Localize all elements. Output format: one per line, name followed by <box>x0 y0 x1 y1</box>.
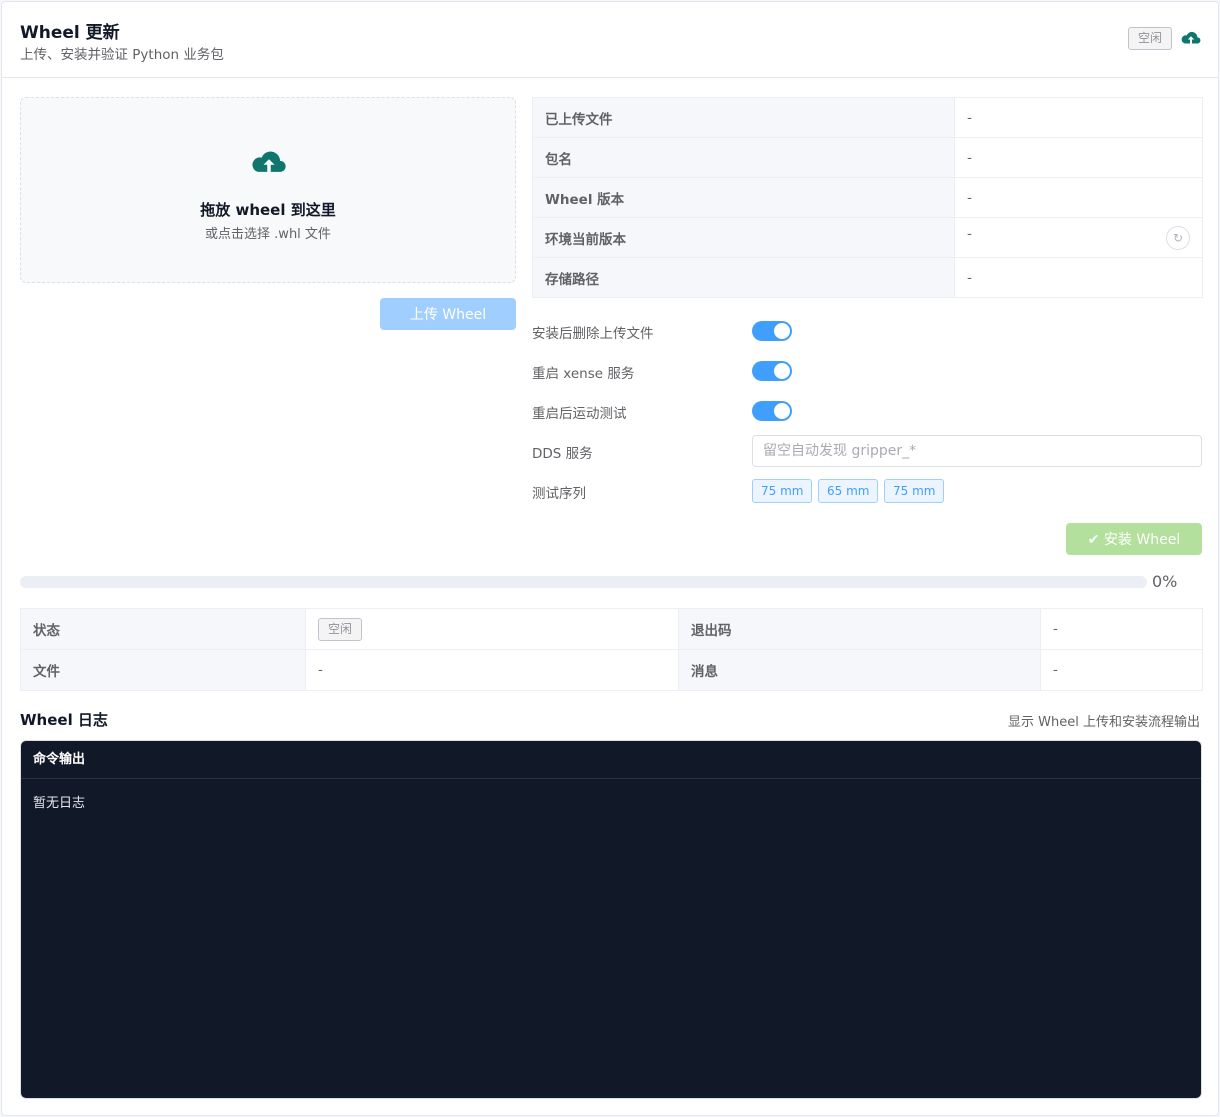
uploaded-file-value: - <box>954 97 1203 138</box>
page-subtitle: 上传、安装并验证 Python 业务包 <box>20 47 224 63</box>
wheel-version-value: - <box>954 177 1203 218</box>
storage-path-label: 存储路径 <box>532 257 955 298</box>
log-section-title: Wheel 日志 <box>20 711 108 729</box>
command-output-console[interactable]: 命令输出 暂无日志 <box>20 740 1202 1099</box>
restart-service-label: 重启 xense 服务 <box>532 366 635 382</box>
file-value: - <box>305 649 679 691</box>
log-section-hint: 显示 Wheel 上传和安装流程输出 <box>1008 715 1200 730</box>
storage-path-value: - <box>954 257 1203 298</box>
delete-after-install-label: 安装后删除上传文件 <box>532 326 654 342</box>
status-badge: 空闲 <box>1128 27 1172 50</box>
file-label: 文件 <box>20 649 306 691</box>
card-header: Wheel 更新 上传、安装并验证 Python 业务包 空闲 <box>2 2 1218 78</box>
sequence-tag[interactable]: 75 mm <box>884 479 945 503</box>
dropzone-hint: 或点击选择 .whl 文件 <box>205 227 331 242</box>
progress-percent: 0% <box>1152 572 1178 591</box>
install-wheel-label: 安装 Wheel <box>1103 532 1181 548</box>
motion-test-label: 重启后运动测试 <box>532 406 627 422</box>
state-cell: 空闲 <box>305 608 679 650</box>
toggle-knob <box>774 363 790 379</box>
table-row: 文件 - 消息 - <box>20 649 1203 691</box>
install-progress-bar <box>20 576 1147 588</box>
state-label: 状态 <box>20 608 306 650</box>
exit-code-label: 退出码 <box>678 608 1041 650</box>
package-name-label: 包名 <box>532 137 955 178</box>
wheel-info-table: 已上传文件 - 包名 - Wheel 版本 - 环境当前版本 - ↻ 存储路径 … <box>532 97 1203 298</box>
motion-test-toggle[interactable] <box>752 401 792 421</box>
page-title: Wheel 更新 <box>20 23 120 43</box>
console-title: 命令输出 <box>21 741 1201 779</box>
exit-code-value: - <box>1040 608 1203 650</box>
toggle-knob <box>774 403 790 419</box>
table-row: 存储路径 - <box>532 257 1203 298</box>
current-version-label: 环境当前版本 <box>532 217 955 258</box>
table-row: 已上传文件 - <box>532 97 1203 138</box>
current-version-cell: - ↻ <box>954 217 1203 258</box>
sequence-tag[interactable]: 75 mm <box>752 479 813 503</box>
dds-service-label: DDS 服务 <box>532 446 593 462</box>
install-status-table: 状态 空闲 退出码 - 文件 - 消息 - <box>20 608 1203 691</box>
table-row: Wheel 版本 - <box>532 177 1203 218</box>
sequence-tag[interactable]: 65 mm <box>818 479 879 503</box>
wheel-dropzone[interactable]: 拖放 wheel 到这里 或点击选择 .whl 文件 <box>20 97 516 283</box>
current-version-value: - <box>967 225 972 242</box>
message-label: 消息 <box>678 649 1041 691</box>
dds-service-input[interactable] <box>752 435 1202 467</box>
restart-service-toggle[interactable] <box>752 361 792 381</box>
wheel-update-card: Wheel 更新 上传、安装并验证 Python 业务包 空闲 拖放 wheel… <box>1 1 1219 1116</box>
dropzone-title: 拖放 wheel 到这里 <box>200 201 336 219</box>
console-log-text: 暂无日志 <box>33 796 86 811</box>
test-sequence-label: 测试序列 <box>532 486 586 502</box>
refresh-icon[interactable]: ↻ <box>1166 225 1190 250</box>
cloud-upload-icon <box>252 151 286 172</box>
message-value: - <box>1040 649 1203 691</box>
upload-wheel-button[interactable]: 上传 Wheel <box>380 298 516 330</box>
table-row: 状态 空闲 退出码 - <box>20 608 1203 650</box>
package-name-value: - <box>954 137 1203 178</box>
status-badge: 空闲 <box>318 617 362 641</box>
check-circle-icon: ✔ <box>1087 532 1100 548</box>
table-row: 环境当前版本 - ↻ <box>532 217 1203 258</box>
toggle-knob <box>774 323 790 339</box>
delete-after-install-toggle[interactable] <box>752 321 792 341</box>
table-row: 包名 - <box>532 137 1203 178</box>
wheel-version-label: Wheel 版本 <box>532 177 955 218</box>
install-wheel-button[interactable]: ✔ 安装 Wheel <box>1066 523 1202 555</box>
uploaded-file-label: 已上传文件 <box>532 97 955 138</box>
cloud-upload-icon <box>1181 31 1201 44</box>
